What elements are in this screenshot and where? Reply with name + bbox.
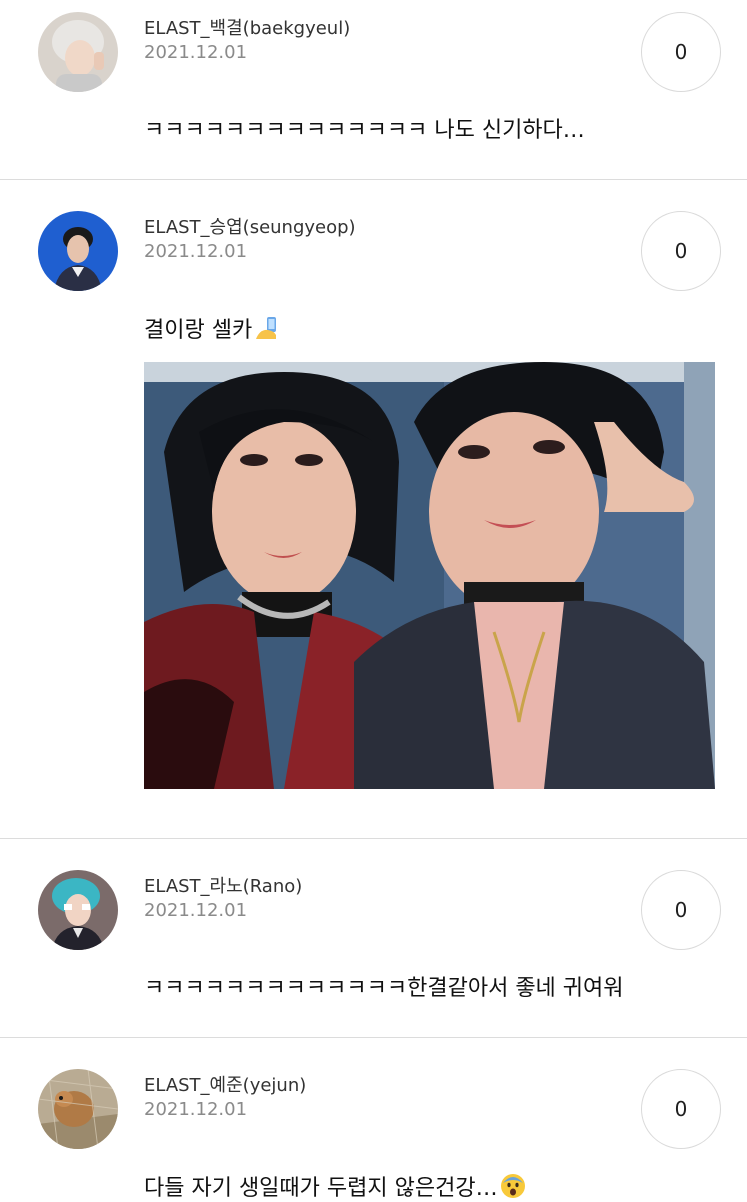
post-date: 2021.12.01: [144, 42, 248, 63]
like-count-button[interactable]: 0: [641, 870, 721, 950]
avatar[interactable]: [38, 211, 118, 291]
author-name[interactable]: ELAST_예준(yejun): [144, 1071, 306, 1097]
like-count: 0: [674, 898, 688, 922]
like-count: 0: [674, 40, 688, 64]
comment-text: 다들 자기 생일때가 두렵지 않은건강…: [144, 1176, 498, 1201]
comment-text: ㅋㅋㅋㅋㅋㅋㅋㅋㅋㅋㅋㅋㅋㅋ 나도 신기하다…: [144, 118, 585, 143]
like-count: 0: [674, 239, 688, 263]
comment-item: ELAST_예준(yejun) 2021.12.01 0 다들 자기 생일때가 …: [0, 1038, 747, 1202]
selfie-emoji-icon: [256, 317, 277, 339]
like-count-button[interactable]: 0: [641, 1069, 721, 1149]
author-name[interactable]: ELAST_백결(baekgyeul): [144, 14, 350, 40]
avatar[interactable]: [38, 870, 118, 950]
comment-text-row: 다들 자기 생일때가 두렵지 않은건강…: [144, 1170, 526, 1202]
author-name[interactable]: ELAST_승엽(seungyeop): [144, 213, 356, 239]
avatar[interactable]: [38, 12, 118, 92]
comment-item: ELAST_라노(Rano) 2021.12.01 0 ㅋㅋㅋㅋㅋㅋㅋㅋㅋㅋㅋㅋ…: [0, 839, 747, 1037]
comment-text: ㅋㅋㅋㅋㅋㅋㅋㅋㅋㅋㅋㅋㅋ한결같아서 좋네 귀여워: [144, 976, 624, 1001]
attached-photo[interactable]: [144, 362, 715, 789]
fearful-face-emoji-icon: [500, 1174, 525, 1198]
comment-text-row: 결이랑 셀카: [144, 312, 280, 344]
comment-text: 결이랑 셀카: [144, 318, 253, 343]
post-date: 2021.12.01: [144, 900, 248, 921]
post-date: 2021.12.01: [144, 241, 248, 262]
like-count-button[interactable]: 0: [641, 12, 721, 92]
comment-item: ELAST_백결(baekgyeul) 2021.12.01 0 ㅋㅋㅋㅋㅋㅋㅋ…: [0, 0, 747, 180]
author-name[interactable]: ELAST_라노(Rano): [144, 872, 302, 898]
like-count: 0: [674, 1097, 688, 1121]
avatar[interactable]: [38, 1069, 118, 1149]
post-date: 2021.12.01: [144, 1099, 248, 1120]
like-count-button[interactable]: 0: [641, 211, 721, 291]
